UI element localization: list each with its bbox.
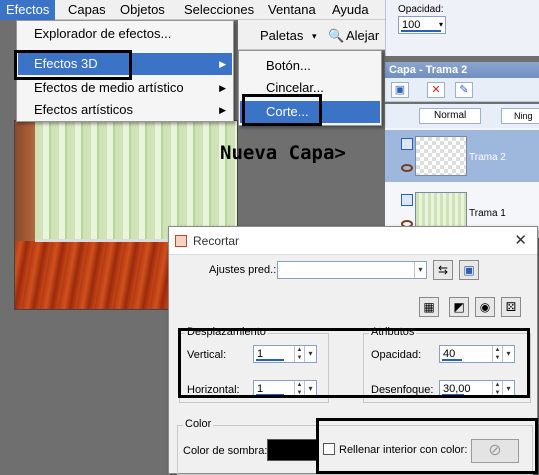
layer-row-trama-2[interactable]: Trama 2 <box>385 130 539 182</box>
highlight-efectos-3d <box>14 50 132 80</box>
shadow-color-swatch[interactable] <box>267 439 319 461</box>
layers-list: Trama 2 Trama 1 <box>385 128 539 238</box>
menu-item-medio-artistico[interactable]: Efectos de medio artístico ▶ <box>18 77 232 99</box>
menu-objetos[interactable]: Objetos <box>120 2 165 18</box>
chevron-down-icon[interactable]: ▾ <box>414 262 426 278</box>
menu-item-label: Efectos artísticos <box>34 102 133 117</box>
layers-palette-title: Capa - Trama 2 <box>385 62 539 78</box>
chevron-right-icon: ▶ <box>219 59 226 69</box>
zoom-out-icon[interactable]: 🔍 <box>328 28 344 44</box>
shadow-color-label: Color de sombra: <box>183 445 268 457</box>
palettes-menu[interactable]: Paletas <box>260 28 303 43</box>
layers-toolbar: ▣ ✕ ✎ <box>385 78 539 102</box>
lock-select[interactable]: Ning <box>501 108 539 124</box>
secondary-toolbar: Paletas ▾ 🔍 Alejar <box>238 20 385 50</box>
randomize-icon[interactable]: ⚄ <box>501 297 521 317</box>
grid-icon[interactable]: ▦ <box>419 297 439 317</box>
opacity-input[interactable]: 100 ▾ <box>398 16 446 34</box>
menu-selecciones[interactable]: Selecciones <box>184 2 254 18</box>
menu-item-explorador[interactable]: Explorador de efectos... <box>18 23 232 45</box>
main-menubar: Efectos Capas Objetos Selecciones Ventan… <box>0 0 385 20</box>
dialog-titlebar: Recortar ✕ <box>169 227 537 255</box>
preset-label: Ajustes pred.: <box>209 264 277 276</box>
opacity-label: Opacidad: <box>398 4 444 15</box>
layer-name: Trama 1 <box>469 208 506 219</box>
dialog-title: Recortar <box>193 234 240 248</box>
save-preset-icon[interactable]: ▣ <box>459 260 479 280</box>
app-icon <box>175 235 187 247</box>
brush-icon[interactable]: ✎ <box>455 82 473 98</box>
chevron-right-icon: ▶ <box>219 83 226 93</box>
menu-item-label: Cincelar... <box>266 80 324 95</box>
menu-item-artisticos[interactable]: Efectos artísticos ▶ <box>18 99 232 121</box>
menu-item-boton[interactable]: Botón... <box>240 55 380 77</box>
layer-type-icon <box>401 138 413 150</box>
preset-select[interactable]: ▾ <box>277 261 427 279</box>
eye-icon[interactable] <box>401 164 413 172</box>
menu-efectos[interactable]: Efectos <box>0 0 56 20</box>
layer-name: Trama 2 <box>469 152 506 163</box>
preview-icon[interactable]: ◩ <box>449 297 469 317</box>
zoom-out-button[interactable]: Alejar <box>346 28 379 43</box>
tool-options-palette: Opacidad: 100 ▾ <box>385 0 539 56</box>
wallpaper-stripes <box>35 121 237 241</box>
chevron-right-icon: ▶ <box>219 105 226 115</box>
highlight-values <box>178 328 530 398</box>
menu-ayuda[interactable]: Ayuda <box>332 2 369 18</box>
annotation-text: Nueva Capa> <box>220 142 346 164</box>
new-layer-icon[interactable]: ▣ <box>391 82 409 98</box>
layer-thumbnail <box>415 136 467 176</box>
menu-capas[interactable]: Capas <box>68 2 106 18</box>
color-group-title: Color <box>183 418 214 430</box>
highlight-corte <box>242 94 322 126</box>
menu-item-label: Botón... <box>266 58 311 73</box>
delete-layer-icon[interactable]: ✕ <box>427 82 445 98</box>
layer-type-icon <box>401 194 413 206</box>
menu-item-label: Efectos de medio artístico <box>34 80 184 95</box>
blend-mode-select[interactable]: Normal <box>419 108 481 124</box>
opacity-slider-bar[interactable] <box>401 30 441 32</box>
eye-preview-icon[interactable]: ◉ <box>475 297 495 317</box>
chevron-down-icon[interactable]: ▾ <box>312 31 317 42</box>
menu-ventana[interactable]: Ventana <box>268 2 316 18</box>
menu-item-label: Explorador de efectos... <box>34 26 172 41</box>
highlight-fill <box>316 418 538 474</box>
layers-options: Normal Ning <box>385 104 539 128</box>
close-icon[interactable]: ✕ <box>514 231 527 249</box>
load-preset-icon[interactable]: ⇆ <box>433 260 453 280</box>
